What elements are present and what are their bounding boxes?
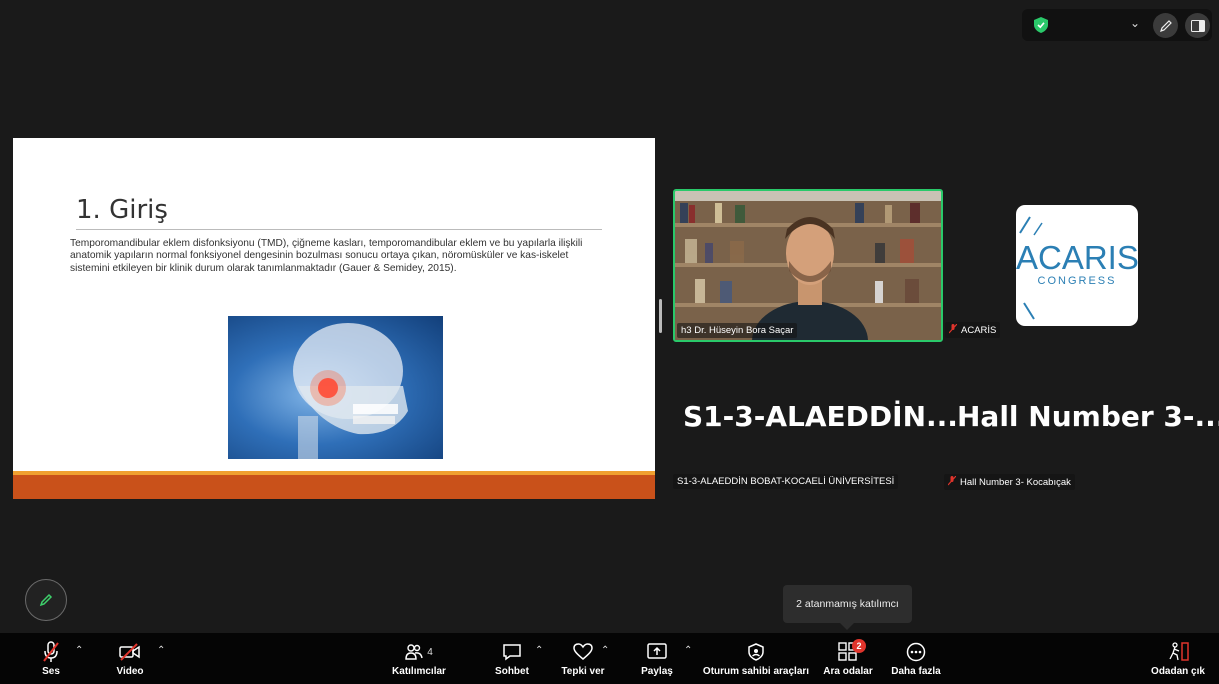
jaw-anatomy-image (228, 316, 443, 459)
share-screen-icon (647, 643, 667, 659)
microphone-muted-icon (43, 641, 59, 662)
heart-icon (573, 643, 593, 660)
leave-room-label: Odadan çık (1151, 666, 1205, 677)
leave-room-button[interactable]: Odadan çık (1148, 633, 1208, 684)
more-button[interactable]: Daha fazla (888, 633, 944, 684)
logo-wordmark: ACARIS (1016, 239, 1138, 276)
slide-title-divider (76, 229, 602, 230)
more-label: Daha fazla (891, 666, 941, 677)
video-options-chevron-icon[interactable]: ⌃ (157, 645, 165, 656)
pencil-icon (39, 593, 53, 607)
share-label: Paylaş (641, 666, 673, 677)
participant-video-feed (675, 191, 941, 340)
chat-button[interactable]: Sohbet (492, 633, 532, 684)
slide-body-text: Temporomandibular eklem disfonksiyonu (T… (70, 238, 583, 274)
participant-name-tag: Hall Number 3- Kocabıçak (944, 474, 1075, 490)
participant-video-tile[interactable]: h3 Dr. Hüseyin Bora Saçar (673, 189, 943, 342)
react-label: Tepki ver (561, 666, 605, 677)
layout-view-button[interactable] (1185, 13, 1210, 38)
audio-label: Ses (42, 666, 60, 677)
participants-button[interactable]: 4 Katılımcılar (388, 633, 450, 684)
breakout-rooms-button[interactable]: Ara odalar (820, 633, 876, 684)
host-shield-icon (748, 643, 764, 661)
participant-name: Hall Number 3- Kocabıçak (960, 477, 1071, 488)
host-tools-button[interactable]: Oturum sahibi araçları (702, 633, 810, 684)
chat-label: Sohbet (495, 666, 529, 677)
host-tools-label: Oturum sahibi araçları (702, 666, 810, 677)
participant-display-name-large: Hall Number 3-... (957, 400, 1219, 433)
meeting-stage: ⌄ 1. Giriş Temporomandibular eklem disfo… (0, 0, 1219, 633)
breakout-count-badge: 2 (852, 639, 866, 653)
pen-icon (1159, 19, 1172, 32)
encryption-shield-icon[interactable] (1034, 17, 1048, 33)
annotate-pen-button[interactable] (1153, 13, 1178, 38)
breakout-tooltip: 2 atanmamış katılımcı (783, 585, 912, 623)
tooltip-arrow (840, 623, 854, 630)
participant-name-tag: S1-3-ALAEDDİN BOBAT-KOCAELİ ÜNİVERSİTESİ (673, 474, 899, 489)
acaris-logo-tile[interactable]: ACARIS CONGRESS (1016, 205, 1138, 326)
muted-mic-icon (949, 324, 957, 334)
chevron-down-icon[interactable]: ⌄ (1130, 16, 1140, 30)
participants-icon (405, 644, 423, 660)
meeting-toolbar: Ses ⌃ Video ⌃ 4 Katılımcılar Sohbet ⌃ Te… (0, 633, 1219, 684)
share-options-chevron-icon[interactable]: ⌃ (684, 645, 692, 656)
audio-options-chevron-icon[interactable]: ⌃ (75, 645, 83, 656)
participants-label: Katılımcılar (392, 666, 446, 677)
shared-presentation-slide[interactable]: 1. Giriş Temporomandibular eklem disfonk… (13, 138, 655, 499)
participant-display-name-large: S1-3-ALAEDDİN... (683, 400, 958, 433)
audio-button[interactable]: Ses (33, 633, 69, 684)
muted-mic-icon (948, 476, 956, 486)
participant-name-tag-logo: ACARİS (945, 322, 1001, 338)
breakout-rooms-label: Ara odalar (823, 666, 873, 677)
slide-footer-bar (13, 475, 655, 499)
annotate-button[interactable] (25, 579, 67, 621)
logo-subtitle: CONGRESS (1037, 275, 1117, 287)
video-button[interactable]: Video (110, 633, 150, 684)
chat-bubble-icon (503, 644, 521, 661)
react-button[interactable]: Tepki ver (560, 633, 606, 684)
panel-resize-handle[interactable] (659, 299, 662, 333)
layout-icon (1190, 19, 1205, 32)
video-label: Video (116, 666, 144, 677)
react-options-chevron-icon[interactable]: ⌃ (601, 645, 609, 656)
share-button[interactable]: Paylaş (637, 633, 677, 684)
participant-name: ACARİS (961, 325, 997, 336)
leave-door-icon (1169, 642, 1189, 661)
participant-name-label: h3 Dr. Hüseyin Bora Saçar (677, 323, 798, 338)
more-dots-icon (906, 642, 926, 662)
chat-options-chevron-icon[interactable]: ⌃ (535, 645, 543, 656)
participants-count: 4 (427, 646, 433, 658)
camera-off-icon (119, 643, 140, 661)
slide-title: 1. Giriş (76, 195, 168, 225)
top-controls-bar: ⌄ (1022, 9, 1212, 41)
